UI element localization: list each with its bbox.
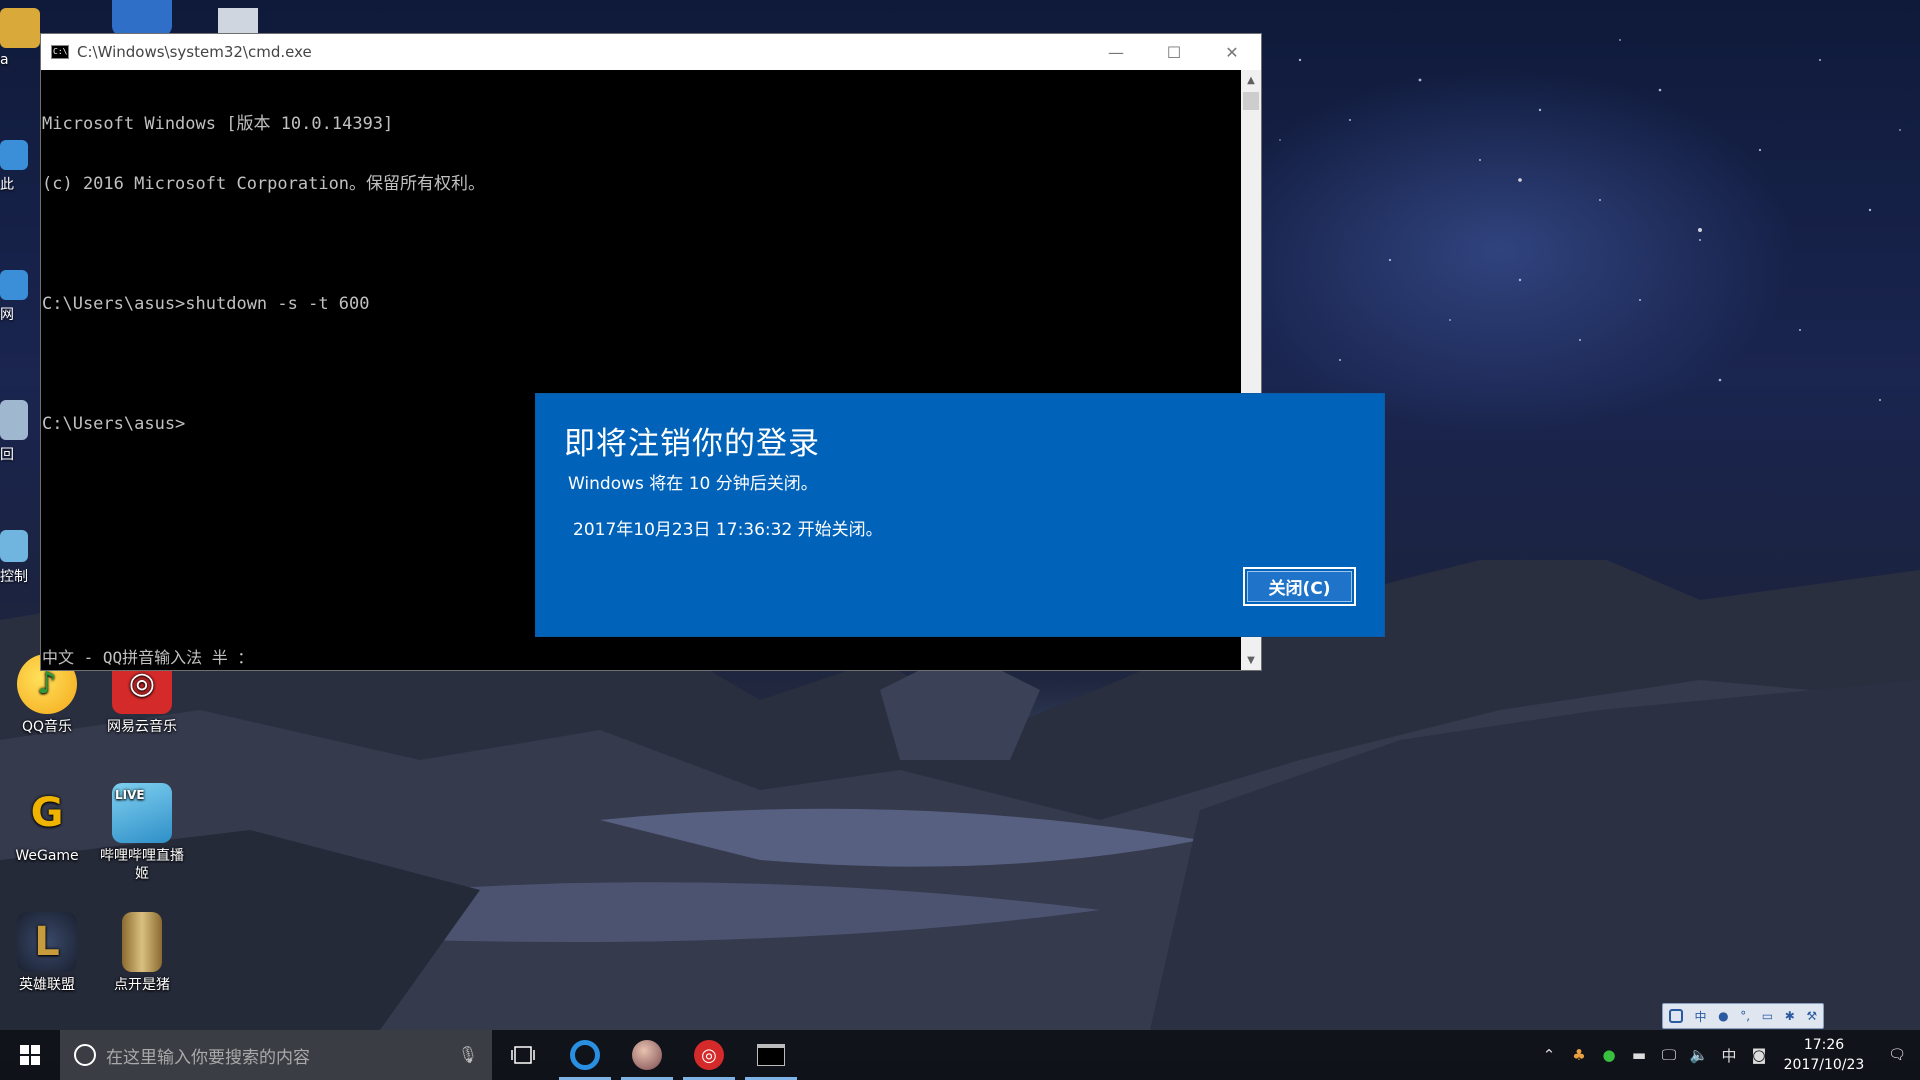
punctuation-icon[interactable]: °,: [1740, 1009, 1750, 1023]
icon-label: 网: [0, 307, 14, 323]
network-icon[interactable]: 🖵: [1654, 1046, 1684, 1064]
scroll-up-arrow-icon[interactable]: ▲: [1241, 70, 1261, 90]
taskbar: 在这里输入你要搜索的内容 🎙 ◎ ⌃ ♣ ● ▬ 🖵 🔈 中 ◙ 17:26 2…: [0, 1030, 1920, 1080]
cmd-icon: [757, 1044, 785, 1066]
desktop-icon-bilibili-live[interactable]: LIVE 哔哩哔哩直播姬: [97, 783, 187, 883]
console-line: C:\Users\asus>shutdown -s -t 600: [42, 294, 370, 314]
maximize-button[interactable]: ☐: [1145, 34, 1203, 70]
taskbar-qq-browser[interactable]: [554, 1030, 616, 1080]
control-panel-icon: [0, 530, 28, 562]
wegame-icon: G: [30, 790, 64, 836]
icon-label: QQ音乐: [21, 719, 73, 735]
clock-date: 2017/10/23: [1783, 1057, 1865, 1073]
taskbar-search-box[interactable]: 在这里输入你要搜索的内容 🎙: [60, 1030, 492, 1080]
network-icon: [0, 270, 28, 300]
system-tray: ⌃ ♣ ● ▬ 🖵 🔈 中 ◙ 17:26 2017/10/23 🗨: [1534, 1030, 1920, 1080]
icon-label: WeGame: [15, 848, 79, 864]
dialog-shutdown-time: 2017年10月23日 17:36:32 开始关闭。: [573, 520, 883, 540]
settings-wrench-icon[interactable]: ⚒: [1806, 1009, 1817, 1023]
shutdown-warning-dialog: 即将注销你的登录 Windows 将在 10 分钟后关闭。 2017年10月23…: [535, 393, 1385, 637]
netease-music-icon: ◎: [694, 1040, 724, 1070]
cmd-titlebar[interactable]: C:\ C:\Windows\system32\cmd.exe — ☐ ✕: [41, 34, 1261, 70]
bilibili-live-icon: LIVE: [112, 783, 172, 843]
taskbar-netease-music[interactable]: ◎: [678, 1030, 740, 1080]
language-bar[interactable]: 中 ● °, ▭ ✱ ⚒: [1662, 1003, 1824, 1029]
scroll-thumb[interactable]: [1243, 92, 1259, 110]
icon-label: 控制: [0, 569, 28, 585]
desktop-icon-wegame[interactable]: G WeGame: [2, 783, 92, 865]
taskbar-cmd[interactable]: [740, 1030, 802, 1080]
folder-icon: [0, 8, 40, 48]
icon-label: 英雄联盟: [19, 977, 75, 993]
partial-top-document-icon[interactable]: [218, 8, 258, 36]
task-view-button[interactable]: [492, 1030, 554, 1080]
windows-logo-icon: [20, 1045, 40, 1065]
console-line: Microsoft Windows [版本 10.0.14393]: [42, 114, 394, 134]
task-view-icon: [511, 1046, 535, 1064]
qq-pinyin-icon[interactable]: [1668, 1009, 1683, 1023]
ime-mode-label[interactable]: 中: [1694, 1008, 1706, 1025]
search-placeholder: 在这里输入你要搜索的内容: [106, 1047, 310, 1068]
microphone-icon[interactable]: 🎙: [458, 1045, 478, 1064]
cmd-window-title: C:\Windows\system32\cmd.exe: [77, 43, 312, 61]
console-line: (c) 2016 Microsoft Corporation。保留所有权利。: [42, 174, 486, 194]
clock-time: 17:26: [1803, 1037, 1845, 1053]
scroll-down-arrow-icon[interactable]: ▼: [1241, 650, 1261, 670]
dialog-close-button[interactable]: 关闭(C): [1243, 567, 1356, 606]
league-of-legends-icon: L: [17, 912, 77, 972]
cmd-app-icon: C:\: [51, 45, 69, 59]
partial-top-app-icon[interactable]: [112, 0, 172, 36]
volume-icon[interactable]: 🔈: [1684, 1046, 1714, 1064]
icon-label: 此: [0, 177, 14, 193]
start-button[interactable]: [0, 1030, 60, 1080]
qq-pinyin-tray-icon[interactable]: ◙: [1744, 1046, 1774, 1064]
icon-label: 点开是猪: [114, 977, 170, 993]
ime-indicator[interactable]: 中: [1714, 1045, 1744, 1066]
recycle-bin-icon: [0, 400, 28, 440]
dialog-message: Windows 将在 10 分钟后关闭。: [568, 474, 818, 494]
this-pc-icon: [0, 140, 28, 170]
taskbar-avatar-app[interactable]: [616, 1030, 678, 1080]
icon-label: a: [0, 52, 9, 68]
desktop-icon-archive[interactable]: 点开是猪: [97, 912, 187, 994]
qq-browser-icon: [570, 1040, 600, 1070]
minimize-button[interactable]: —: [1087, 34, 1145, 70]
winrar-archive-icon: [122, 912, 162, 972]
close-button[interactable]: ✕: [1203, 34, 1261, 70]
dialog-title: 即将注销你的登录: [564, 426, 820, 462]
icon-label: 回: [0, 447, 14, 463]
half-width-icon[interactable]: ●: [1718, 1009, 1728, 1023]
keyboard-icon[interactable]: ▭: [1762, 1009, 1773, 1023]
desktop-icon-league-of-legends[interactable]: L 英雄联盟: [2, 912, 92, 994]
tray-app-icon[interactable]: ♣: [1564, 1046, 1594, 1064]
tools-icon[interactable]: ✱: [1785, 1009, 1795, 1023]
avatar-app-icon: [632, 1040, 662, 1070]
tray-green-app-icon[interactable]: ●: [1594, 1046, 1624, 1064]
action-center-icon[interactable]: 🗨: [1874, 1047, 1920, 1063]
ime-status-line: 中文 - QQ拼音输入法 半 ：: [42, 648, 254, 667]
taskbar-clock[interactable]: 17:26 2017/10/23: [1774, 1035, 1874, 1075]
icon-label: 哔哩哔哩直播姬: [100, 848, 184, 882]
battery-icon[interactable]: ▬: [1624, 1046, 1654, 1064]
cortana-icon: [74, 1044, 96, 1066]
icon-label: 网易云音乐: [107, 719, 177, 735]
show-hidden-icons-chevron-icon[interactable]: ⌃: [1534, 1046, 1564, 1064]
